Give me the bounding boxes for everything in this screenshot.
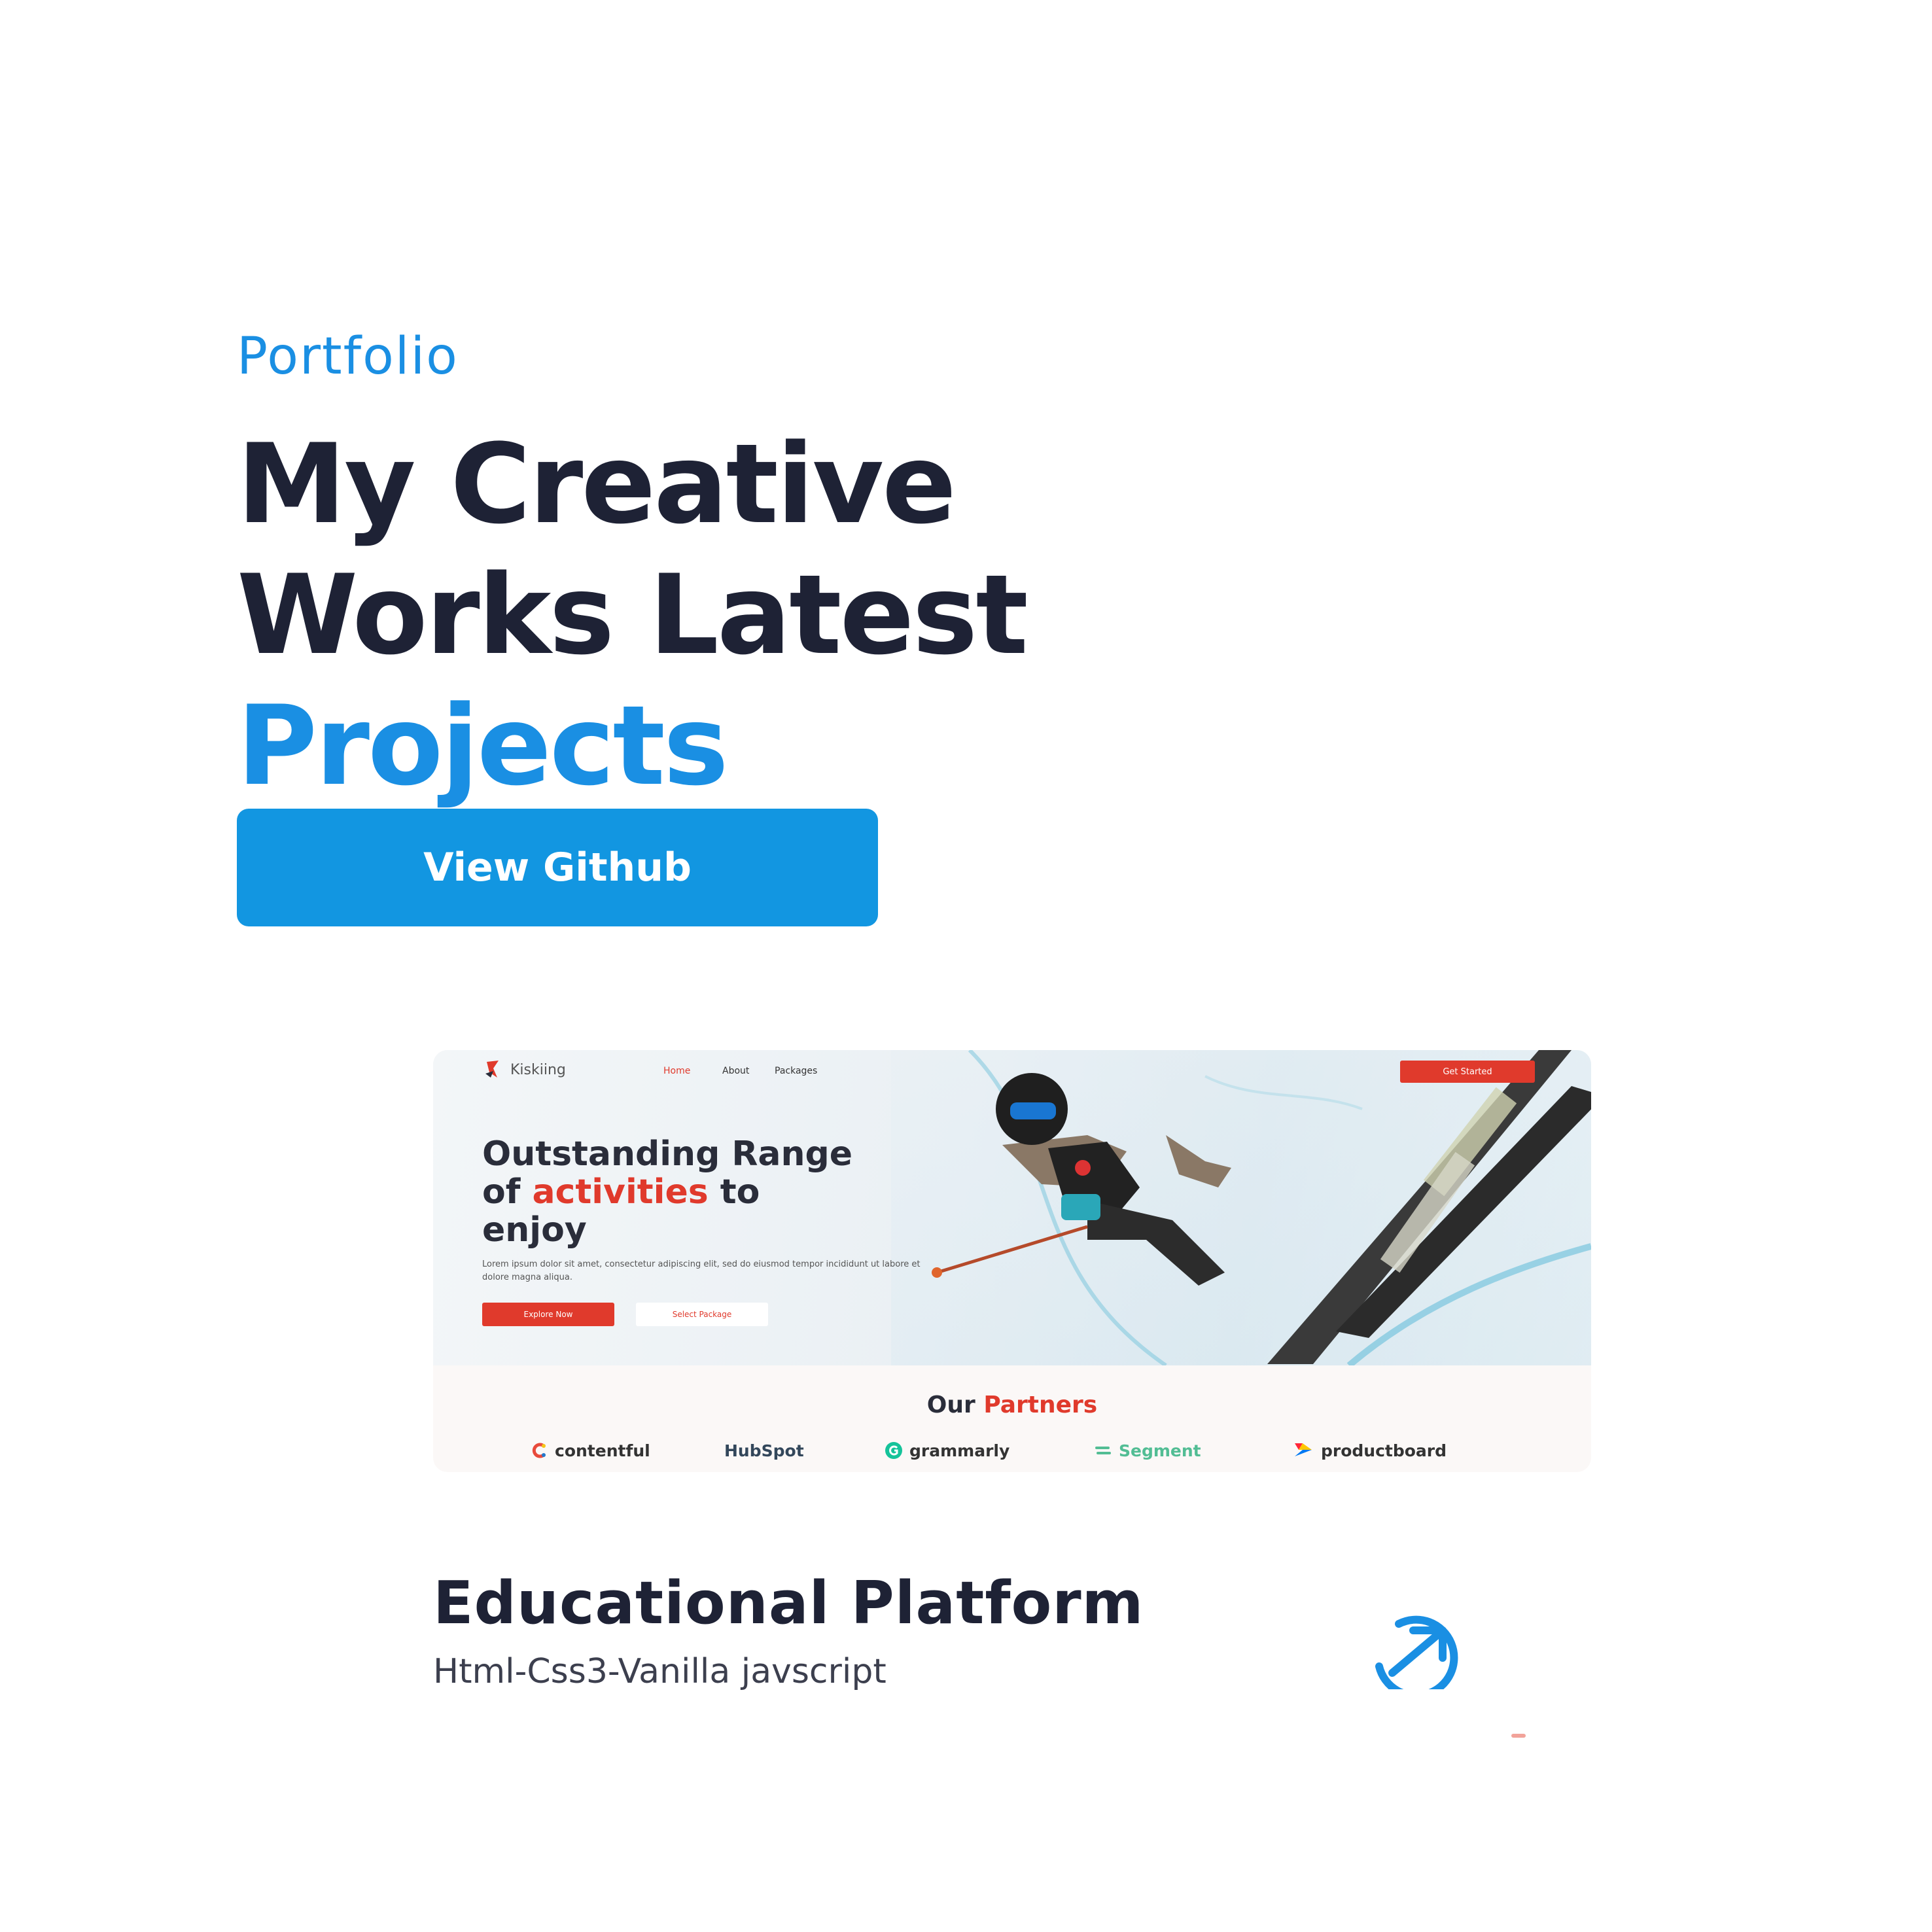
- headline-accent: Projects: [237, 682, 729, 810]
- page-headline: My Creative Works Latest Projects: [237, 419, 1028, 811]
- preview-title-line-2: of activities to: [482, 1173, 979, 1211]
- partner-productboard: productboard: [1293, 1437, 1447, 1464]
- skier-photo: [891, 1050, 1591, 1365]
- preview-package-button: Select Package: [636, 1303, 768, 1326]
- partner-contentful: contentful: [531, 1437, 650, 1464]
- partner-contentful-label: contentful: [555, 1441, 650, 1460]
- grammarly-logo-icon: [885, 1442, 902, 1459]
- preview-title: Outstanding Range of activities to enjoy: [482, 1135, 979, 1249]
- contentful-logo-icon: [532, 1443, 546, 1458]
- preview-nav-home: Home: [663, 1066, 691, 1076]
- view-github-button[interactable]: View Github: [237, 809, 878, 926]
- partner-grammarly-label: grammarly: [909, 1441, 1010, 1460]
- project-tech-stack: Html-Css3-Vanilla javscript: [433, 1652, 887, 1691]
- preview-hero: Kiskiing Home About Packages Get Started…: [433, 1050, 1591, 1365]
- preview-nav-packages: Packages: [775, 1066, 818, 1076]
- headline-line-1: My Creative: [237, 420, 957, 548]
- preview-title-to: to: [708, 1172, 760, 1212]
- partner-hubspot: HubSpot: [724, 1437, 804, 1464]
- preview-nav-about: About: [722, 1066, 750, 1076]
- preview-title-highlight: activities: [532, 1172, 709, 1212]
- preview-description: Lorem ipsum dolor sit amet, consectetur …: [482, 1259, 921, 1282]
- decorative-dot: [1511, 1734, 1526, 1738]
- segment-logo-icon: [1095, 1447, 1111, 1454]
- partner-segment-label: Segment: [1119, 1441, 1201, 1460]
- preview-title-line-3: enjoy: [482, 1210, 587, 1250]
- preview-partners-title: Our Partners: [433, 1392, 1591, 1418]
- project-title: Educational Platform: [433, 1569, 1144, 1638]
- preview-title-of: of: [482, 1172, 533, 1212]
- productboard-logo-icon: [1295, 1443, 1312, 1456]
- partner-grammarly: grammarly: [885, 1437, 1010, 1464]
- headline-line-2: Works Latest: [237, 551, 1028, 679]
- partner-hubspot-label: HubSpot: [724, 1441, 804, 1460]
- partner-productboard-label: productboard: [1321, 1441, 1447, 1460]
- partners-highlight: Partners: [983, 1392, 1098, 1418]
- arrow-up-right-circle-icon[interactable]: [1353, 1611, 1477, 1689]
- portfolio-eyebrow: Portfolio: [237, 327, 459, 386]
- preview-nav: Kiskiing Home About Packages Get Started: [433, 1050, 1591, 1089]
- project-preview-image[interactable]: Kiskiing Home About Packages Get Started…: [433, 1050, 1591, 1472]
- preview-get-started: Get Started: [1400, 1061, 1535, 1083]
- view-github-label: View Github: [423, 845, 692, 890]
- partners-prefix: Our: [926, 1392, 984, 1418]
- preview-title-line-1: Outstanding Range: [482, 1134, 853, 1174]
- partner-segment: Segment: [1094, 1437, 1201, 1464]
- preview-explore-button: Explore Now: [482, 1303, 614, 1326]
- preview-brand: Kiskiing: [510, 1062, 566, 1078]
- skier-logo-icon: [485, 1061, 499, 1078]
